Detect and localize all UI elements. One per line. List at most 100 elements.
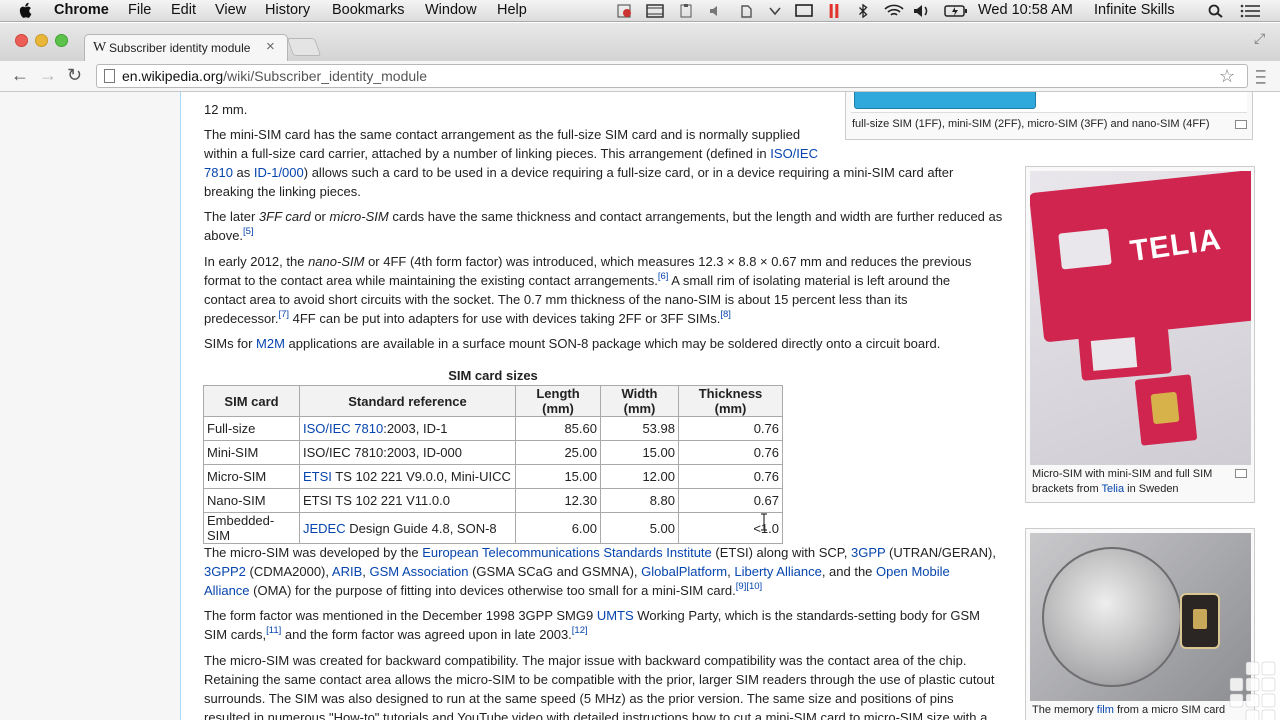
- menu-view[interactable]: View: [215, 2, 246, 18]
- url-host: en.wikipedia.org: [122, 68, 224, 84]
- menu-file[interactable]: File: [128, 2, 151, 18]
- macos-menu-bar: Chrome File Edit View History Bookmarks …: [0, 0, 1280, 22]
- chevron-down-icon[interactable]: [768, 4, 782, 18]
- table-cell: 12.30: [515, 488, 601, 513]
- link-liberty-alliance[interactable]: Liberty Alliance: [734, 564, 821, 579]
- enlarge-icon[interactable]: [1235, 120, 1247, 129]
- text-cursor-icon: [761, 513, 767, 531]
- blocked-icon[interactable]: [617, 4, 633, 18]
- reload-button[interactable]: ↻: [67, 65, 82, 86]
- link-iso-iec-7810[interactable]: ISO/IEC 7810: [303, 421, 383, 436]
- ref-6[interactable]: [6]: [658, 271, 669, 282]
- sim-sizes-image[interactable]: [851, 92, 1247, 113]
- thumb-caption: full-size SIM (1FF), mini-SIM (2FF), mic…: [852, 118, 1210, 130]
- evernote-icon[interactable]: [738, 4, 754, 18]
- link-m2m[interactable]: M2M: [256, 336, 285, 351]
- link-3gpp[interactable]: 3GPP: [851, 545, 885, 560]
- link-alliance[interactable]: Alliance: [204, 583, 250, 598]
- film-icon[interactable]: [646, 4, 664, 18]
- table-header: Length (mm): [515, 385, 601, 417]
- window-close-button[interactable]: [15, 34, 28, 47]
- table-header: Thickness (mm): [678, 385, 783, 417]
- link-film[interactable]: film: [1097, 704, 1114, 716]
- bluetooth-icon[interactable]: [857, 4, 869, 18]
- table-cell: 8.80: [600, 488, 679, 513]
- ref-8[interactable]: [8]: [720, 309, 731, 320]
- sim-sizes-table: SIM card Standard reference Length (mm) …: [203, 385, 783, 544]
- link-open-mobile[interactable]: Open Mobile: [876, 564, 950, 579]
- apple-icon[interactable]: [18, 2, 34, 19]
- tab-subscriber-identity-module[interactable]: W Subscriber identity module ×: [84, 34, 288, 61]
- menu-history[interactable]: History: [265, 2, 310, 18]
- table-row: Micro-SIM ETSI TS 102 221 V9.0.0, Mini-U…: [203, 464, 783, 489]
- tab-close-icon[interactable]: ×: [266, 38, 275, 55]
- wifi-icon[interactable]: [884, 4, 904, 18]
- link-7810[interactable]: 7810: [204, 165, 233, 180]
- ref-11[interactable]: [11]: [266, 625, 281, 636]
- ref-7[interactable]: [7]: [278, 309, 289, 320]
- window-minimize-button[interactable]: [35, 34, 48, 47]
- menu-edit[interactable]: Edit: [171, 2, 196, 18]
- enlarge-icon[interactable]: [1235, 469, 1247, 478]
- table-cell: 15.00: [515, 464, 601, 489]
- battery-icon[interactable]: [944, 4, 968, 18]
- notification-center-icon[interactable]: [1240, 4, 1262, 18]
- table-cell: 53.98: [600, 416, 679, 441]
- telia-sim-image[interactable]: TELIA: [1030, 171, 1251, 465]
- paragraph-backward-compat: The micro-SIM was created for backward c…: [204, 653, 995, 720]
- link-globalplatform[interactable]: GlobalPlatform: [641, 564, 727, 579]
- table-cell: JEDEC Design Guide 4.8, SON-8: [299, 512, 516, 544]
- menu-window[interactable]: Window: [425, 2, 477, 18]
- link-umts[interactable]: UMTS: [597, 608, 634, 623]
- table-cell: Micro-SIM: [203, 464, 300, 489]
- table-cell: ISO/IEC 7810:2003, ID-1: [299, 416, 516, 441]
- link-arib[interactable]: ARIB: [332, 564, 362, 579]
- ref-5[interactable]: [5]: [243, 226, 254, 237]
- window-zoom-button[interactable]: [55, 34, 68, 47]
- fullscreen-icon[interactable]: ⤢: [1254, 30, 1265, 47]
- table-header: Standard reference: [299, 385, 516, 417]
- address-bar[interactable]: en.wikipedia.org/wiki/Subscriber_identit…: [96, 64, 1248, 88]
- table-cell: ISO/IEC 7810:2003, ID-000: [299, 440, 516, 465]
- ref-12[interactable]: [12]: [572, 625, 588, 636]
- paragraph-micro-sim: The later 3FF card or micro-SIM cards ha…: [204, 209, 1003, 243]
- display-icon[interactable]: [795, 4, 813, 18]
- ref-9-10[interactable]: [9][10]: [736, 581, 762, 592]
- spotlight-search-icon[interactable]: [1208, 4, 1224, 18]
- link-id-1-000[interactable]: ID-1/000: [254, 165, 304, 180]
- table-cell: 0.67: [678, 488, 783, 513]
- thumbnail-sim-sizes: full-size SIM (1FF), mini-SIM (2FF), mic…: [845, 92, 1253, 140]
- thumb-caption: The memory film from a micro SIM card: [1032, 704, 1226, 716]
- link-etsi-table[interactable]: ETSI: [303, 469, 332, 484]
- clock[interactable]: Wed 10:58 AM: [978, 2, 1073, 18]
- menu-bookmarks[interactable]: Bookmarks: [332, 2, 405, 18]
- user-name[interactable]: Infinite Skills: [1094, 2, 1175, 18]
- table-cell: ETSI TS 102 221 V9.0.0, Mini-UICC: [299, 464, 516, 489]
- table-cell: 0.76: [678, 464, 783, 489]
- speaker-small-icon[interactable]: [708, 4, 722, 18]
- menu-help[interactable]: Help: [497, 2, 527, 18]
- table-cell: 6.00: [515, 512, 601, 544]
- volume-icon[interactable]: [913, 4, 931, 18]
- clipboard-icon[interactable]: [678, 4, 694, 18]
- table-cell: Embedded-SIM: [203, 512, 300, 544]
- chrome-menu-icon[interactable]: – – –: [1256, 61, 1265, 90]
- pause-icon[interactable]: [828, 4, 840, 18]
- link-gsm-association[interactable]: GSM Association: [369, 564, 468, 579]
- back-button[interactable]: ←: [11, 65, 29, 86]
- link-3gpp2[interactable]: 3GPP2: [204, 564, 246, 579]
- link-etsi[interactable]: European Telecommunications Standards In…: [422, 545, 712, 560]
- table-cell: 0.76: [678, 416, 783, 441]
- table-header: SIM card: [203, 385, 300, 417]
- thumb-caption: Micro-SIM with mini-SIM and full SIM bra…: [1032, 468, 1213, 495]
- link-iso-iec[interactable]: ISO/IEC: [770, 146, 818, 161]
- table-caption: SIM card sizes: [448, 368, 538, 383]
- link-jedec[interactable]: JEDEC: [303, 521, 346, 536]
- table-cell: 25.00: [515, 440, 601, 465]
- table-row: Nano-SIM ETSI TS 102 221 V11.0.0 12.30 8…: [203, 488, 783, 513]
- micro-sim-film-image[interactable]: [1030, 533, 1251, 701]
- menu-app-chrome[interactable]: Chrome: [54, 2, 109, 18]
- bookmark-star-icon[interactable]: ☆: [1219, 66, 1235, 87]
- link-telia[interactable]: Telia: [1102, 483, 1125, 495]
- forward-button[interactable]: →: [39, 65, 57, 86]
